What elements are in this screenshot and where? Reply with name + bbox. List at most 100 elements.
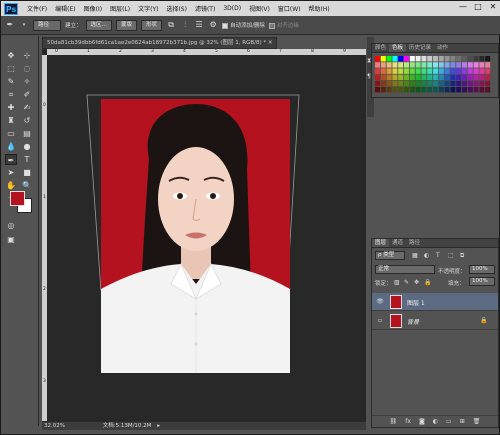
swatch[interactable] <box>467 80 473 87</box>
swatch[interactable] <box>479 87 485 93</box>
healing-brush-tool-icon[interactable]: ✚ <box>5 102 17 113</box>
delete-layer-icon[interactable]: 🗑 <box>473 416 481 427</box>
link-layers-icon[interactable]: ⛓ <box>390 416 398 427</box>
swatch[interactable] <box>404 74 409 80</box>
history-brush-tool-icon[interactable]: ↺ <box>21 115 33 126</box>
swatch[interactable] <box>421 56 427 62</box>
swatch[interactable] <box>438 62 444 68</box>
clone-stamp-tool-icon[interactable]: ♜ <box>5 115 17 126</box>
swatch[interactable] <box>398 68 404 74</box>
quick-select-tool-icon[interactable]: ✎ <box>5 76 17 87</box>
swatch[interactable] <box>467 68 473 74</box>
swatch[interactable] <box>473 80 479 87</box>
swatch[interactable] <box>473 87 479 93</box>
menu-filter[interactable]: 滤镜(T) <box>191 4 219 13</box>
path-operations-icon[interactable]: ⧉ <box>166 20 176 30</box>
chevron-right-icon[interactable]: ▸ <box>157 423 160 429</box>
swatch[interactable] <box>485 62 491 68</box>
document-tab[interactable]: 50da81cb39dbb6fd61ca1ae2e0624ab18972b371… <box>42 37 277 49</box>
swatch[interactable] <box>404 87 409 93</box>
swatch[interactable] <box>456 62 462 68</box>
swatch[interactable] <box>462 56 467 62</box>
new-group-icon[interactable]: ▭ <box>446 416 452 427</box>
swatch[interactable] <box>392 68 398 74</box>
menu-layer[interactable]: 图层(L) <box>106 4 134 13</box>
filter-shape-icon[interactable]: ⬚ <box>448 252 454 259</box>
swatch[interactable] <box>421 62 427 68</box>
swatch[interactable] <box>438 87 444 93</box>
swatch[interactable] <box>450 74 456 80</box>
swatch[interactable] <box>450 62 456 68</box>
swatch[interactable] <box>380 80 386 87</box>
swatch[interactable] <box>380 62 386 68</box>
menu-type[interactable]: 文字(Y) <box>134 4 162 13</box>
chevron-down-icon[interactable]: ▾ <box>19 20 29 30</box>
swatch[interactable] <box>450 68 456 74</box>
swatch[interactable] <box>473 56 479 62</box>
align-edges-option[interactable]: 对齐边缘 <box>268 21 299 29</box>
swatch[interactable] <box>398 56 404 62</box>
swatch[interactable] <box>404 80 409 87</box>
swatch[interactable] <box>444 62 450 68</box>
swatch-grid[interactable] <box>375 56 495 96</box>
swatch[interactable] <box>386 68 392 74</box>
swatch[interactable] <box>438 74 444 80</box>
swatch[interactable] <box>433 62 438 68</box>
tab-layers[interactable]: 图层 <box>372 239 390 247</box>
swatch[interactable] <box>462 87 467 93</box>
swatch[interactable] <box>380 68 386 74</box>
swatch[interactable] <box>467 87 473 93</box>
swatch[interactable] <box>409 62 415 68</box>
swatch[interactable] <box>485 80 491 87</box>
dodge-tool-icon[interactable]: ● <box>21 141 33 152</box>
mask-button[interactable]: 蒙版 <box>116 19 138 31</box>
swatch[interactable] <box>456 87 462 93</box>
swatch[interactable] <box>433 56 438 62</box>
menu-file[interactable]: 文件(F) <box>23 4 51 13</box>
swatch[interactable] <box>386 80 392 87</box>
menu-image[interactable]: 图像(I) <box>80 4 106 13</box>
swatch[interactable] <box>415 56 421 62</box>
swatch[interactable] <box>479 62 485 68</box>
menu-view[interactable]: 视图(V) <box>245 4 274 13</box>
swatch[interactable] <box>444 80 450 87</box>
fill-input[interactable]: 100% <box>469 277 495 286</box>
path-alignment-icon[interactable]: ⫶ <box>180 20 190 30</box>
filter-pixel-icon[interactable]: ▦ <box>412 252 418 259</box>
minimize-icon[interactable]: — <box>457 2 469 12</box>
swatch[interactable] <box>404 68 409 74</box>
swatch[interactable] <box>479 74 485 80</box>
swatch[interactable] <box>392 80 398 87</box>
screen-mode-icon[interactable]: ▣ <box>5 234 17 245</box>
swatch[interactable] <box>485 87 491 93</box>
zoom-level[interactable]: 32.02% <box>44 423 65 429</box>
lock-pixels-icon[interactable]: ✎ <box>404 279 409 286</box>
swatch[interactable] <box>427 68 433 74</box>
add-mask-icon[interactable]: ◙ <box>419 416 425 427</box>
swatch[interactable] <box>473 74 479 80</box>
artboard-tool-icon[interactable]: ⊹ <box>21 50 33 61</box>
swatch[interactable] <box>427 56 433 62</box>
swatch[interactable] <box>427 87 433 93</box>
swatch[interactable] <box>392 74 398 80</box>
type-tool-icon[interactable]: T <box>21 154 33 165</box>
swatch[interactable] <box>421 74 427 80</box>
swatch[interactable] <box>433 80 438 87</box>
swatch[interactable] <box>462 62 467 68</box>
menu-edit[interactable]: 编辑(E) <box>51 4 79 13</box>
swatch[interactable] <box>438 56 444 62</box>
swatch[interactable] <box>479 68 485 74</box>
swatch[interactable] <box>479 80 485 87</box>
filter-smart-object-icon[interactable]: ⧉ <box>460 252 464 260</box>
portrait-photo[interactable] <box>101 99 290 373</box>
swatch[interactable] <box>386 62 392 68</box>
adjustment-layer-icon[interactable]: ◐ <box>433 416 438 427</box>
swatch[interactable] <box>450 80 456 87</box>
swatch[interactable] <box>415 80 421 87</box>
opacity-input[interactable]: 100% <box>469 265 495 274</box>
swatch[interactable] <box>427 80 433 87</box>
swatch[interactable] <box>409 74 415 80</box>
visibility-eye-icon[interactable]: 👁 <box>376 298 384 306</box>
close-icon[interactable]: ✕ <box>487 2 499 12</box>
magic-wand-tool-icon[interactable]: ✧ <box>21 76 33 87</box>
